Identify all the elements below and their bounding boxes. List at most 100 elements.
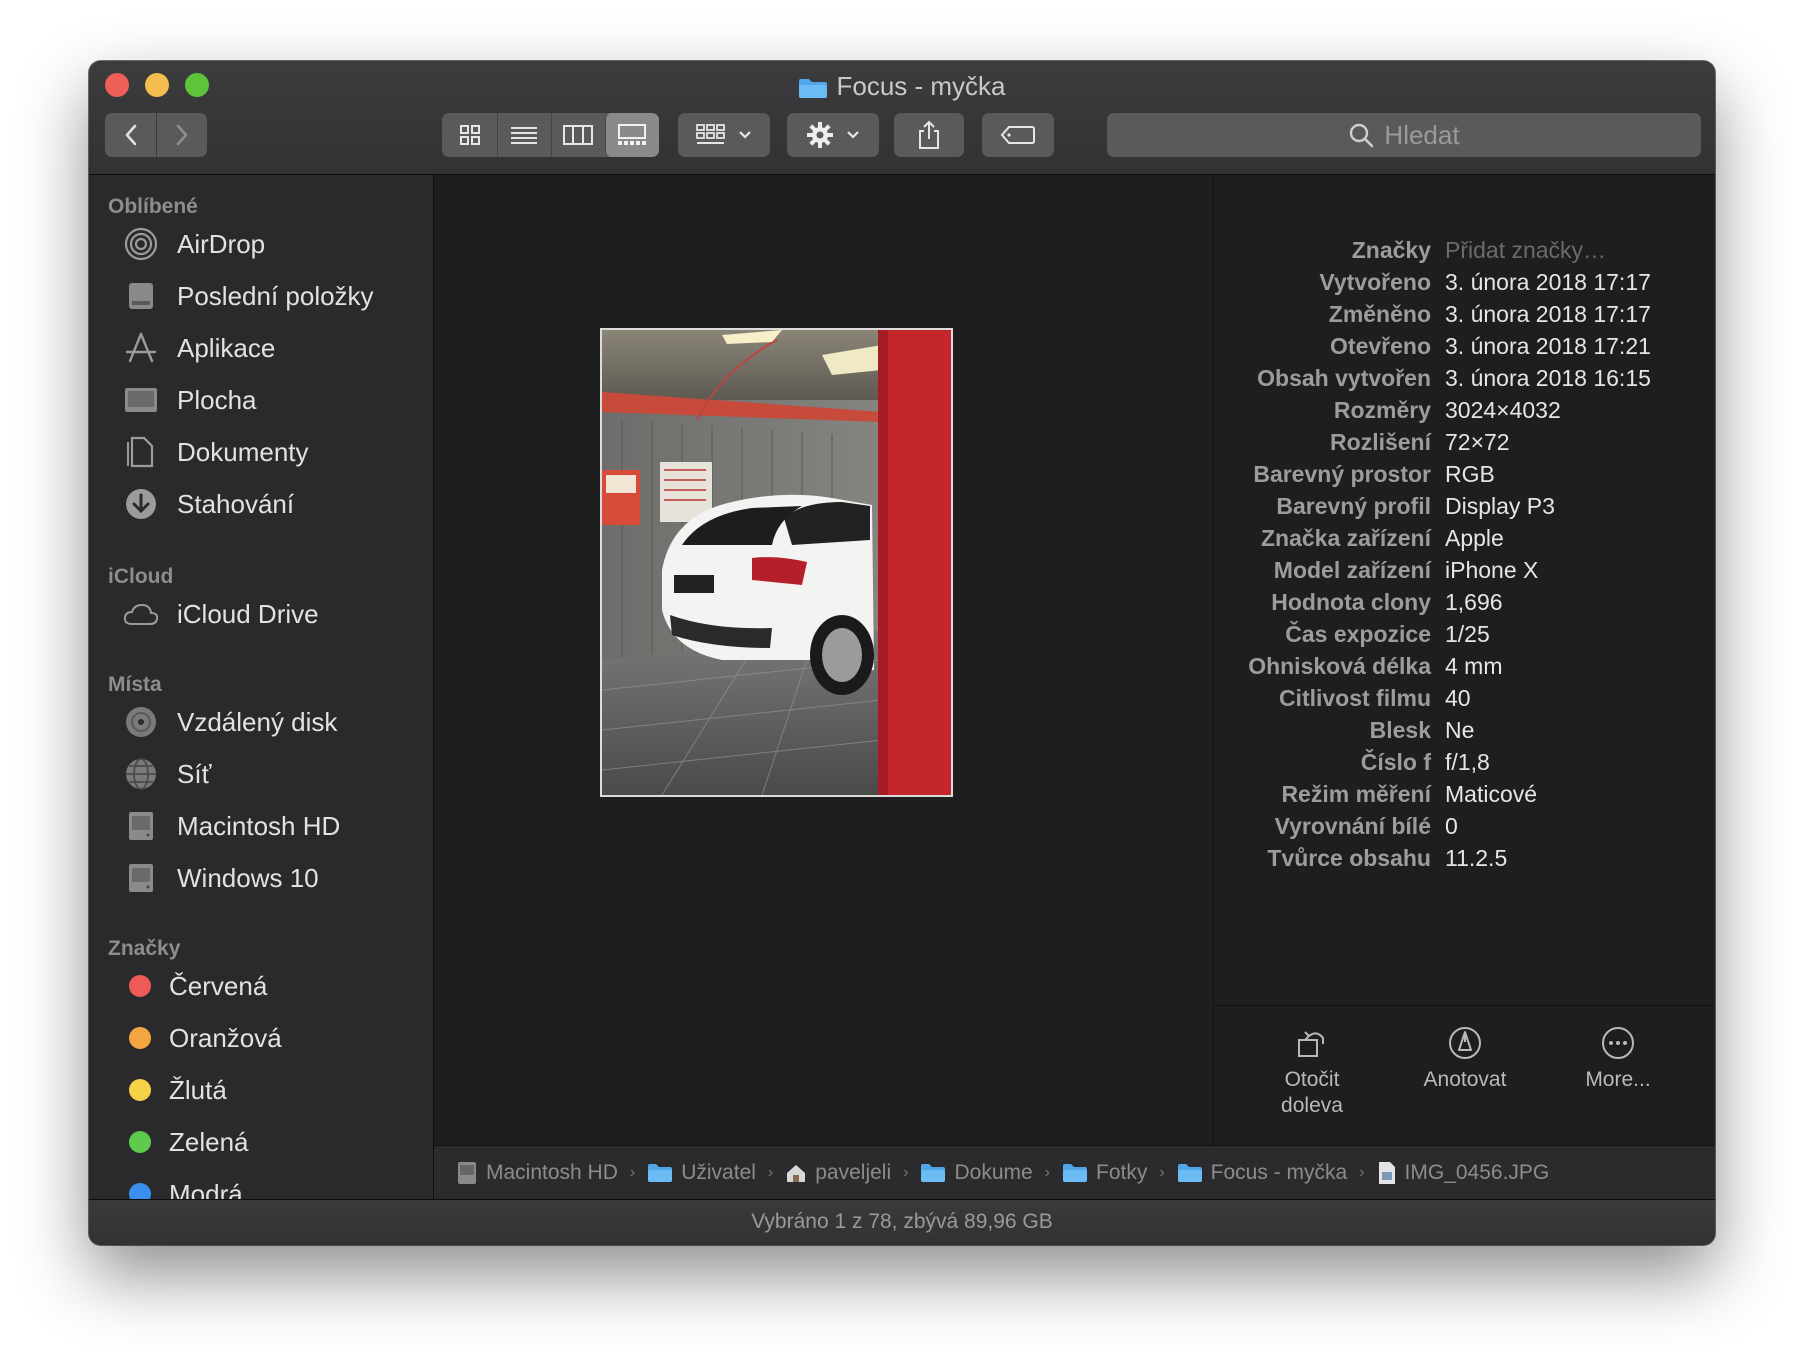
group-icon bbox=[696, 124, 725, 144]
metadata-row: Hodnota clony 1,696 bbox=[1215, 589, 1715, 621]
metadata-label: Čas expozice bbox=[1285, 621, 1431, 647]
sidebar-item-label: AirDrop bbox=[177, 228, 266, 259]
sidebar-item-label: Oranžová bbox=[169, 1022, 282, 1053]
metadata-label: Citlivost filmu bbox=[1278, 685, 1431, 711]
metadata-row: Tvůrce obsahu 11.2.5 bbox=[1215, 845, 1715, 877]
icon-view-button[interactable] bbox=[443, 113, 497, 157]
sidebar-item-tag-blue[interactable]: Modrá bbox=[123, 1173, 243, 1199]
sidebar-item-macintosh-hd[interactable]: Macintosh HD bbox=[123, 805, 340, 847]
group-by-button[interactable] bbox=[678, 113, 770, 157]
markup-icon bbox=[1400, 1023, 1530, 1063]
folder-icon bbox=[920, 1163, 946, 1183]
sidebar-item-label: Aplikace bbox=[177, 332, 276, 363]
metadata-value: iPhone X bbox=[1445, 557, 1539, 583]
metadata-row: Vyrovnání bílé 0 bbox=[1215, 813, 1715, 845]
gallery-icon bbox=[618, 124, 646, 145]
back-button[interactable] bbox=[105, 113, 156, 157]
window-title: Focus - myčka bbox=[89, 69, 1715, 107]
recents-icon bbox=[123, 278, 159, 314]
gallery-view-button[interactable] bbox=[604, 113, 659, 157]
path-item-file[interactable]: IMG_0456.JPG bbox=[1377, 1160, 1550, 1185]
sidebar-item-label: Plocha bbox=[177, 384, 257, 415]
metadata-row: Značky Přidat značky… bbox=[1215, 237, 1715, 269]
search-field[interactable]: Hledat bbox=[1107, 113, 1701, 157]
metadata-label: Blesk bbox=[1369, 717, 1431, 743]
sidebar-item-documents[interactable]: Dokumenty bbox=[123, 431, 309, 473]
metadata-value: Ne bbox=[1445, 717, 1475, 743]
sidebar-section-favorites: Oblíbené bbox=[108, 195, 198, 218]
tag-color-dot bbox=[129, 1079, 151, 1101]
sidebar-item-applications[interactable]: Aplikace bbox=[123, 327, 275, 369]
metadata-value: 3. února 2018 17:17 bbox=[1445, 269, 1651, 295]
path-item-label: Dokume bbox=[954, 1160, 1033, 1184]
list-view-button[interactable] bbox=[496, 113, 551, 157]
metadata-label: Rozlišení bbox=[1330, 429, 1431, 455]
metadata-value: 1/25 bbox=[1445, 621, 1490, 647]
column-view-button[interactable] bbox=[550, 113, 605, 157]
path-item-documents[interactable]: Dokume bbox=[920, 1160, 1033, 1185]
path-item-macintosh-hd[interactable]: Macintosh HD bbox=[456, 1161, 618, 1185]
metadata-label: Vytvořeno bbox=[1319, 269, 1431, 295]
edit-tags-button[interactable] bbox=[982, 113, 1054, 157]
chevron-down-icon bbox=[847, 131, 859, 139]
folder-icon bbox=[1062, 1163, 1088, 1183]
forward-button[interactable] bbox=[156, 113, 207, 157]
add-tags-field[interactable]: Přidat značky… bbox=[1445, 237, 1606, 264]
path-item-users[interactable]: Uživatel bbox=[647, 1161, 756, 1185]
sidebar-item-airdrop[interactable]: AirDrop bbox=[123, 223, 265, 265]
metadata-value: 3. února 2018 16:15 bbox=[1445, 365, 1651, 391]
path-item-focus-folder[interactable]: Focus - myčka bbox=[1177, 1161, 1347, 1185]
metadata-row: Otevřeno 3. února 2018 17:21 bbox=[1215, 333, 1715, 365]
rotate-left-button[interactable]: Otočit doleva bbox=[1247, 1023, 1377, 1119]
path-item-photos[interactable]: Fotky bbox=[1062, 1161, 1147, 1185]
metadata-label: Tvůrce obsahu bbox=[1267, 845, 1431, 871]
path-item-label: paveljeli bbox=[815, 1160, 892, 1184]
status-bar: Vybráno 1 z 78, zbývá 89,96 GB bbox=[89, 1199, 1715, 1245]
grid-icon bbox=[459, 125, 480, 145]
metadata-row: Změněno 3. února 2018 17:17 bbox=[1215, 301, 1715, 333]
path-item-label: Uživatel bbox=[681, 1160, 756, 1184]
tag-icon bbox=[1000, 126, 1035, 144]
home-icon bbox=[785, 1162, 807, 1184]
list-icon bbox=[511, 127, 537, 144]
metadata-row: Obsah vytvořen 3. února 2018 16:15 bbox=[1215, 365, 1715, 397]
metadata-value: 1,696 bbox=[1445, 589, 1503, 615]
sidebar-item-downloads[interactable]: Stahování bbox=[123, 483, 294, 525]
sidebar-item-tag-yellow[interactable]: Žlutá bbox=[123, 1069, 227, 1111]
folder-icon bbox=[1177, 1163, 1203, 1183]
search-icon bbox=[1350, 123, 1374, 148]
tag-color-dot bbox=[129, 1131, 151, 1153]
finder-window: Focus - myčka Hledat Oblíbené AirDrop Po… bbox=[89, 61, 1715, 1245]
more-actions-button[interactable]: More... bbox=[1553, 1023, 1683, 1093]
metadata-row: Vytvořeno 3. února 2018 17:17 bbox=[1215, 269, 1715, 301]
search-placeholder: Hledat bbox=[1384, 119, 1460, 150]
share-button[interactable] bbox=[894, 113, 964, 157]
divider bbox=[1215, 1005, 1715, 1006]
sidebar-item-desktop[interactable]: Plocha bbox=[123, 379, 257, 421]
sidebar-item-recents[interactable]: Poslední položky bbox=[123, 275, 374, 317]
markup-button[interactable]: Anotovat bbox=[1400, 1023, 1530, 1093]
path-item-label: IMG_0456.JPG bbox=[1404, 1160, 1550, 1184]
action-menu-button[interactable] bbox=[787, 113, 879, 157]
tag-color-dot bbox=[129, 1027, 151, 1049]
metadata-row: Režim měření Maticové bbox=[1215, 781, 1715, 813]
metadata-value: 3. února 2018 17:21 bbox=[1445, 333, 1651, 359]
metadata-label: Změněno bbox=[1328, 301, 1431, 327]
sidebar-item-icloud-drive[interactable]: iCloud Drive bbox=[123, 593, 319, 635]
sidebar-item-tag-red[interactable]: Červená bbox=[123, 965, 267, 1007]
image-preview[interactable] bbox=[600, 328, 953, 797]
sidebar-item-tag-green[interactable]: Zelená bbox=[123, 1121, 249, 1163]
metadata-row: Číslo f f/1,8 bbox=[1215, 749, 1715, 781]
sidebar-item-label: Vzdálený disk bbox=[177, 706, 338, 737]
metadata-value: 3024×4032 bbox=[1445, 397, 1561, 423]
sidebar-item-remote-disc[interactable]: Vzdálený disk bbox=[123, 701, 337, 743]
metadata-label: Značky bbox=[1351, 237, 1431, 263]
path-item-home[interactable]: paveljeli bbox=[785, 1161, 891, 1185]
more-icon bbox=[1553, 1023, 1683, 1063]
metadata-label: Rozměry bbox=[1333, 397, 1431, 423]
sidebar-item-windows-10[interactable]: Windows 10 bbox=[123, 857, 319, 899]
sidebar-item-network[interactable]: Síť bbox=[123, 753, 211, 795]
metadata-value: 0 bbox=[1445, 813, 1458, 839]
sidebar-item-tag-orange[interactable]: Oranžová bbox=[123, 1017, 282, 1059]
metadata-value: 4 mm bbox=[1445, 653, 1503, 679]
